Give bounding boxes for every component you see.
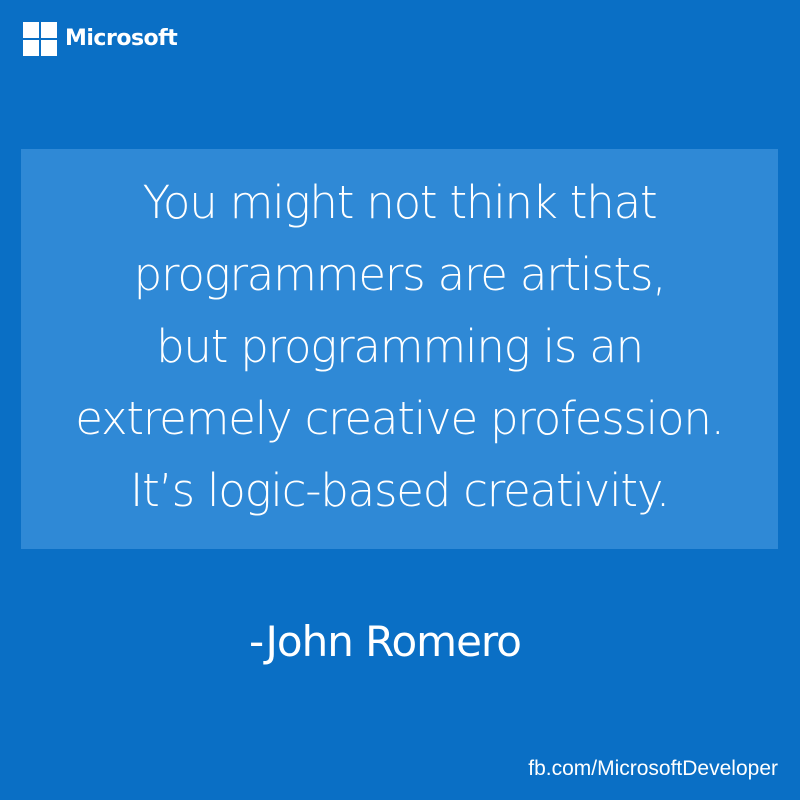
quote-author: -John Romero bbox=[249, 617, 522, 666]
windows-logo-icon bbox=[23, 22, 57, 56]
logo-square-top-right bbox=[41, 22, 57, 38]
quote-panel: You might not think that programmers are… bbox=[21, 149, 778, 549]
quote-line: but programming is an bbox=[156, 320, 644, 373]
quote-line: It’s logic-based creativity. bbox=[130, 464, 670, 517]
quote-line: programmers are artists, bbox=[133, 248, 667, 301]
logo-square-bottom-right bbox=[41, 40, 57, 56]
brand-name: Microsoft bbox=[65, 26, 178, 51]
quote-line: You might not think that bbox=[142, 176, 658, 229]
logo-square-bottom-left bbox=[23, 40, 39, 56]
quote-line: extremely creative profession. bbox=[75, 392, 725, 445]
facebook-page-link[interactable]: fb.com/MicrosoftDeveloper bbox=[528, 756, 778, 782]
logo-square-top-left bbox=[23, 22, 39, 38]
microsoft-logo: Microsoft bbox=[23, 22, 178, 56]
